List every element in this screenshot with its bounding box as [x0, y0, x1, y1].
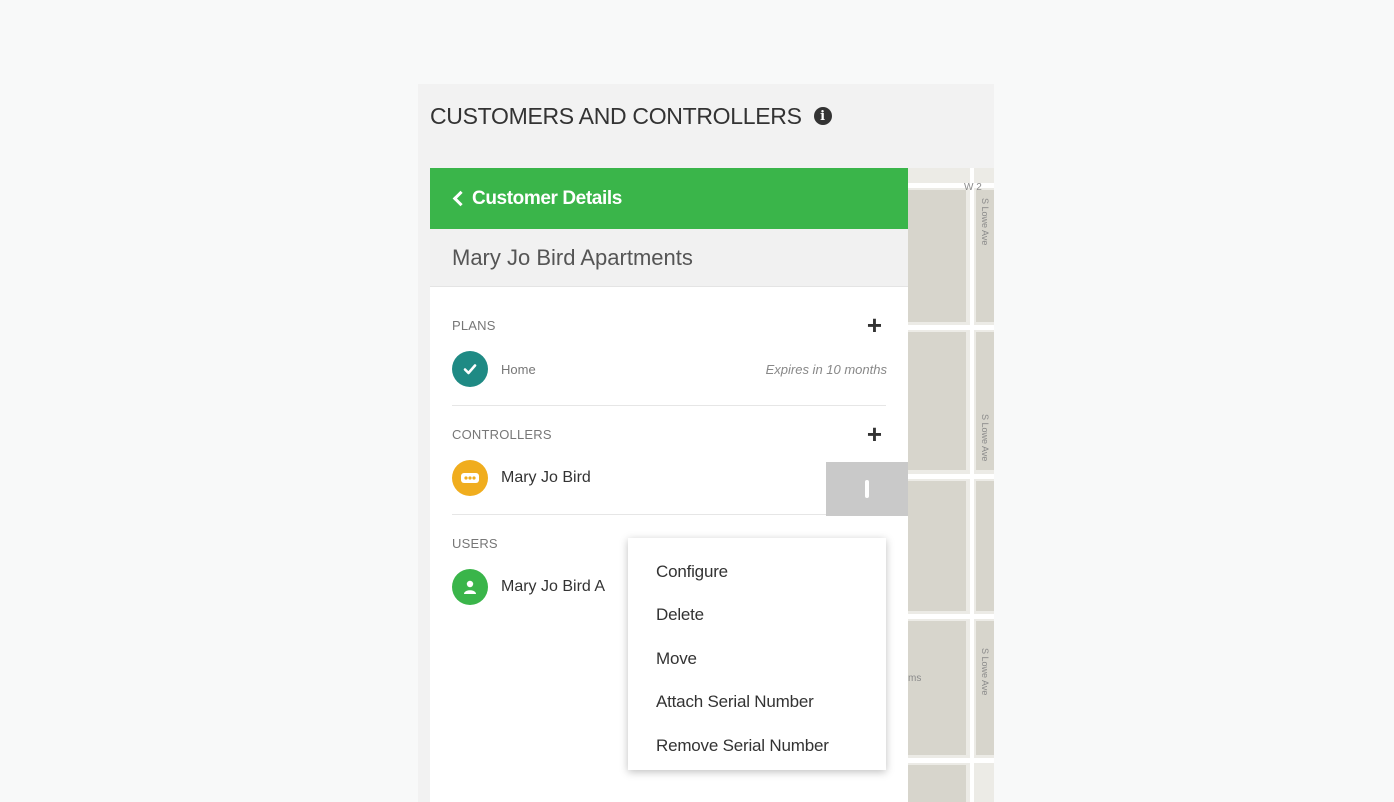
- map-street-label: W 2: [964, 182, 982, 193]
- page-header: CUSTOMERS AND CONTROLLERS i: [430, 102, 832, 130]
- map-road: [908, 325, 994, 330]
- back-to-customers-button[interactable]: Customer Details: [430, 168, 908, 229]
- map-view[interactable]: W 2 S Lowe Ave S Lowe Ave S Lowe Ave ms: [908, 168, 994, 802]
- chevron-left-icon: [452, 190, 469, 207]
- map-block: [976, 481, 994, 611]
- page-title: CUSTOMERS AND CONTROLLERS: [430, 102, 802, 129]
- kebab-icon: [865, 480, 869, 498]
- controller-name: Mary Jo Bird: [501, 469, 591, 486]
- plans-title: PLANS: [452, 317, 496, 333]
- plan-expiry: Expires in 10 months: [765, 361, 887, 377]
- map-block: [908, 621, 966, 755]
- menu-item-move[interactable]: Move: [628, 637, 886, 681]
- customer-name: Mary Jo Bird Apartments: [430, 229, 908, 287]
- map-block: [908, 332, 966, 470]
- controller-item[interactable]: Mary Jo Bird: [452, 450, 908, 516]
- controller-actions-button[interactable]: [826, 462, 908, 516]
- map-road: [970, 168, 974, 802]
- map-street-label: S Lowe Ave: [980, 414, 990, 462]
- divider: [452, 405, 886, 406]
- menu-item-configure[interactable]: Configure: [628, 550, 886, 594]
- add-plan-icon[interactable]: +: [867, 312, 882, 338]
- menu-item-attach-serial[interactable]: Attach Serial Number: [628, 681, 886, 725]
- map-street-label: S Lowe Ave: [980, 198, 990, 246]
- panel-title: Customer Details: [472, 187, 622, 209]
- map-road: [908, 614, 994, 619]
- plan-item[interactable]: Home Expires in 10 months: [452, 341, 887, 397]
- map-street-label: S Lowe Ave: [980, 648, 990, 696]
- controller-context-menu: Configure Delete Move Attach Serial Numb…: [628, 538, 886, 770]
- controllers-section: CONTROLLERS + Mary Jo Bird: [430, 418, 908, 516]
- users-title: USERS: [452, 535, 498, 551]
- user-icon: [452, 569, 488, 605]
- map-road: [908, 474, 994, 479]
- menu-item-remove-serial[interactable]: Remove Serial Number: [628, 724, 886, 768]
- info-icon[interactable]: i: [813, 107, 832, 125]
- check-icon: [452, 351, 488, 387]
- divider: [452, 514, 886, 515]
- add-controller-icon[interactable]: +: [867, 421, 882, 447]
- controllers-title: CONTROLLERS: [452, 426, 552, 442]
- controller-icon: [452, 460, 488, 496]
- map-place-label: ms: [908, 673, 922, 684]
- plans-section: PLANS + Home Expires in 10 months: [430, 309, 908, 406]
- user-name: Mary Jo Bird A: [501, 578, 606, 595]
- plan-name: Home: [501, 361, 536, 377]
- map-road: [908, 758, 994, 763]
- map-block: [908, 481, 966, 611]
- menu-item-delete[interactable]: Delete: [628, 594, 886, 638]
- map-block: [908, 190, 966, 322]
- map-block: [908, 765, 966, 802]
